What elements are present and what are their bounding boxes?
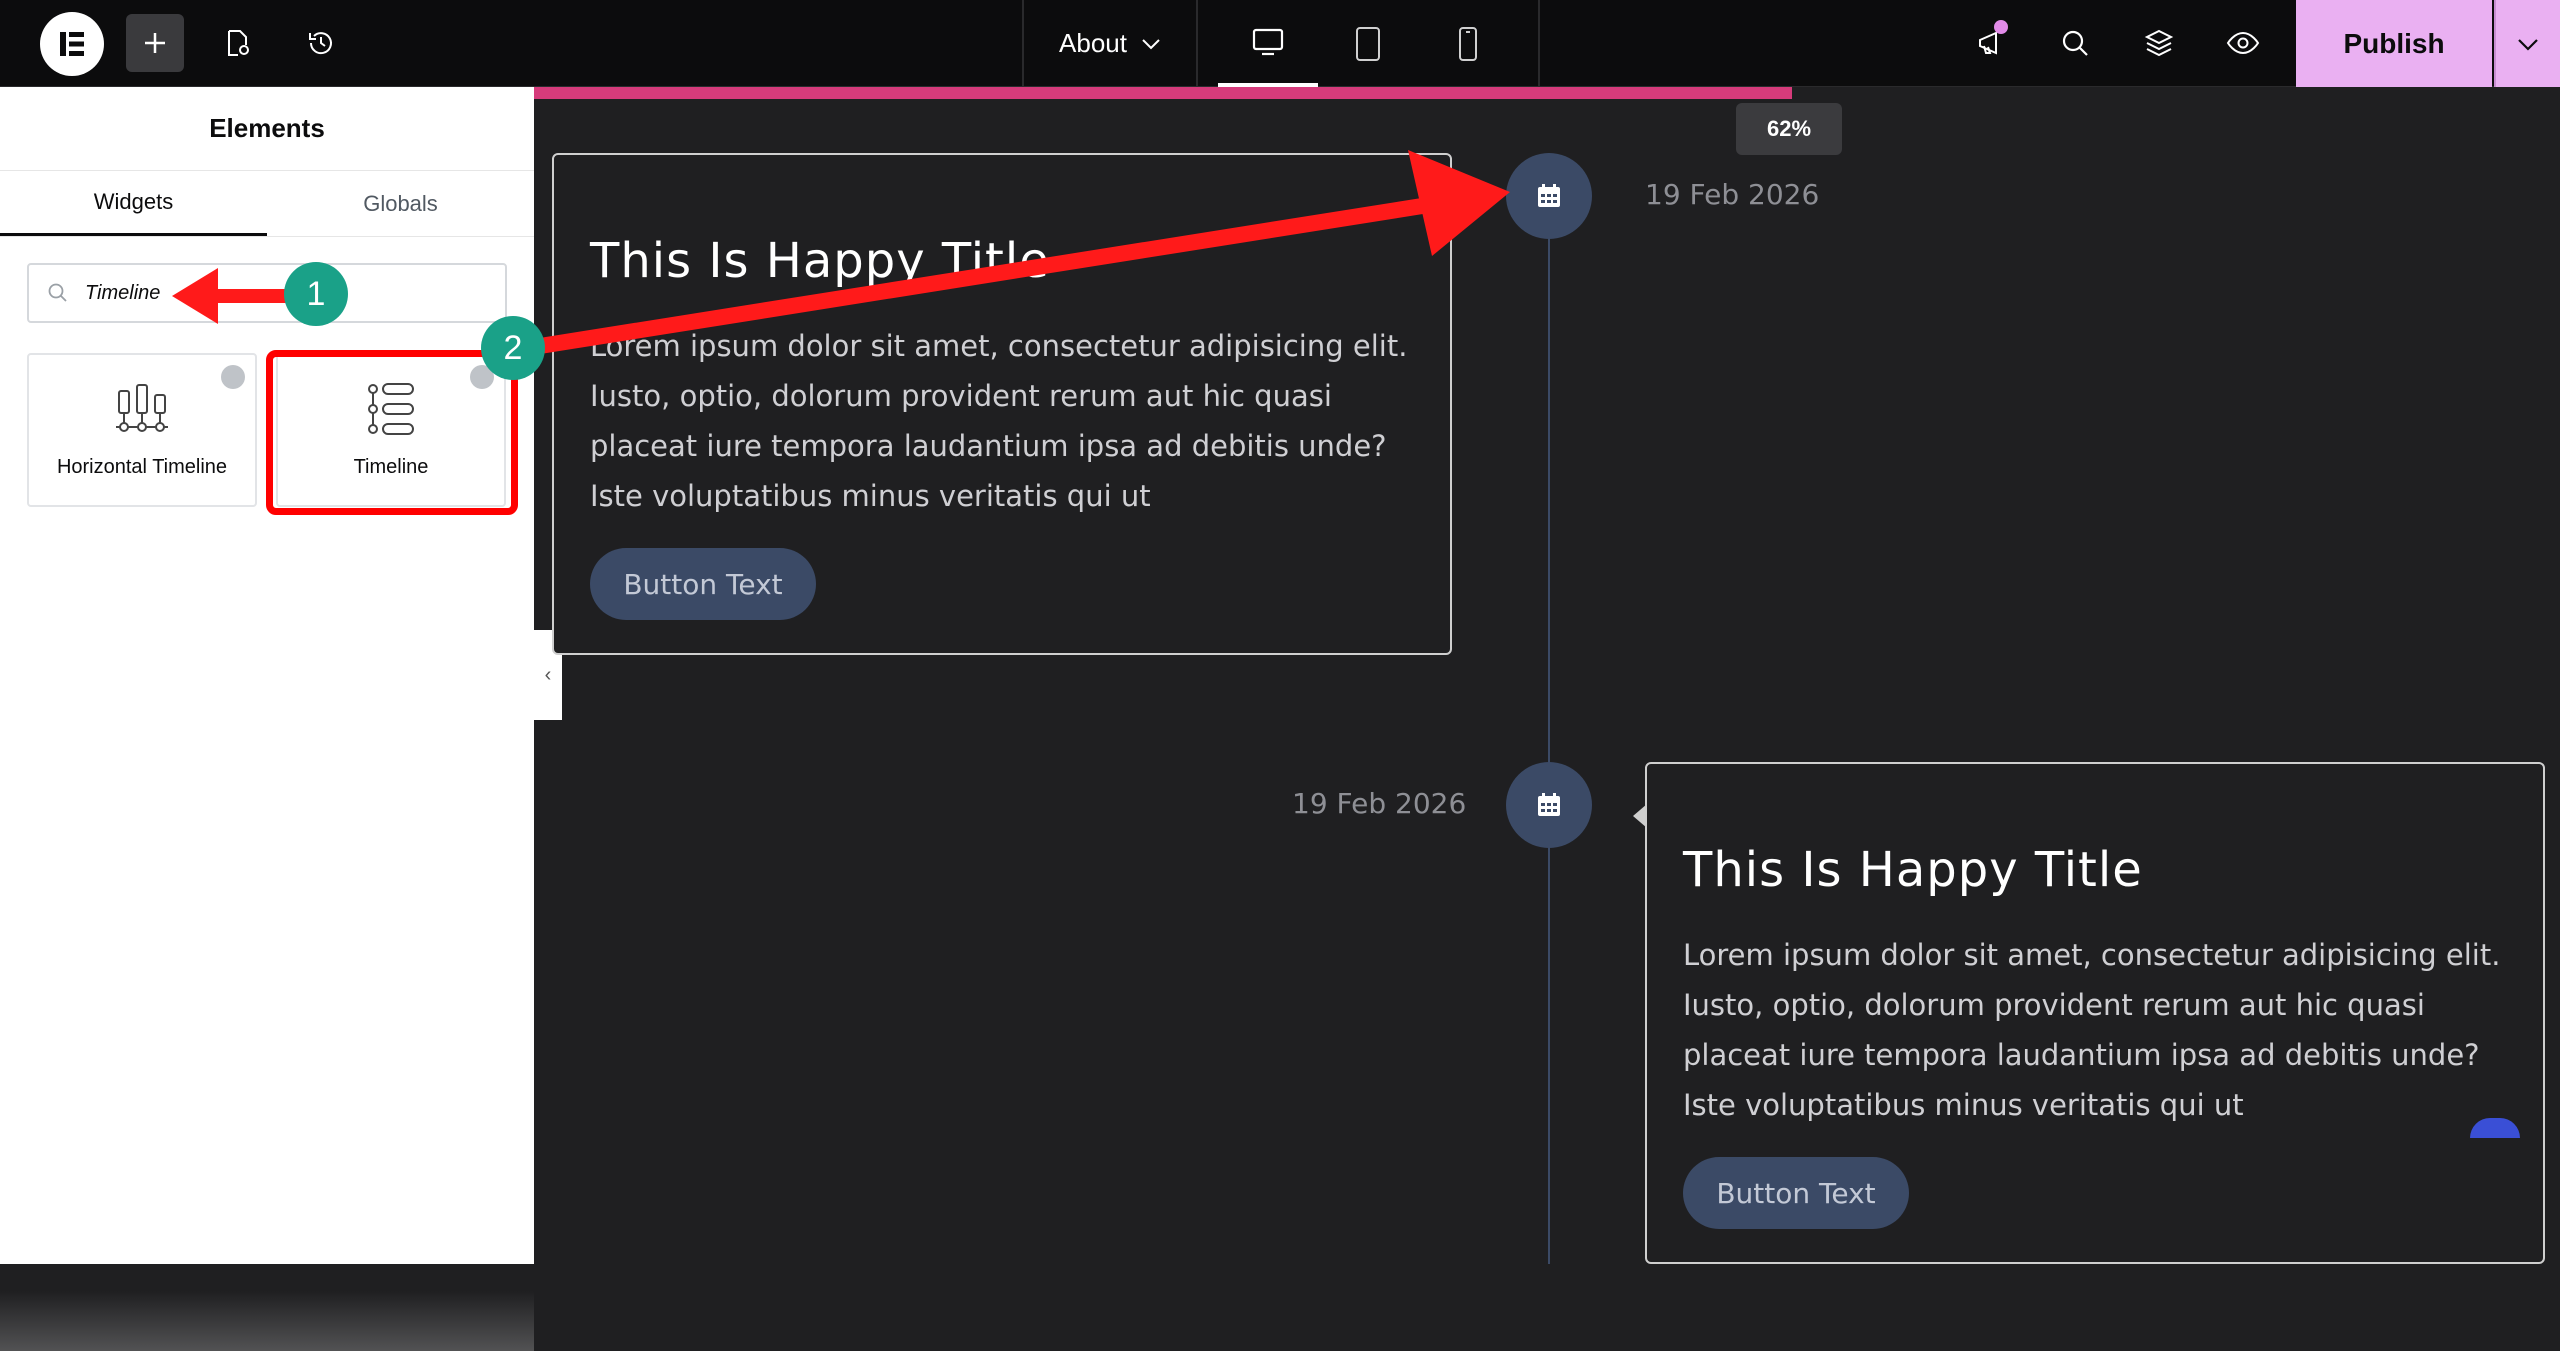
annotation-arrows: [172, 150, 1510, 354]
arrow-to-search: [172, 268, 290, 324]
panel-footer-shadow: [0, 1291, 534, 1351]
step-badge: 2: [481, 316, 545, 380]
step-badge: 1: [284, 262, 348, 326]
arrow-to-timeline: [538, 150, 1510, 354]
